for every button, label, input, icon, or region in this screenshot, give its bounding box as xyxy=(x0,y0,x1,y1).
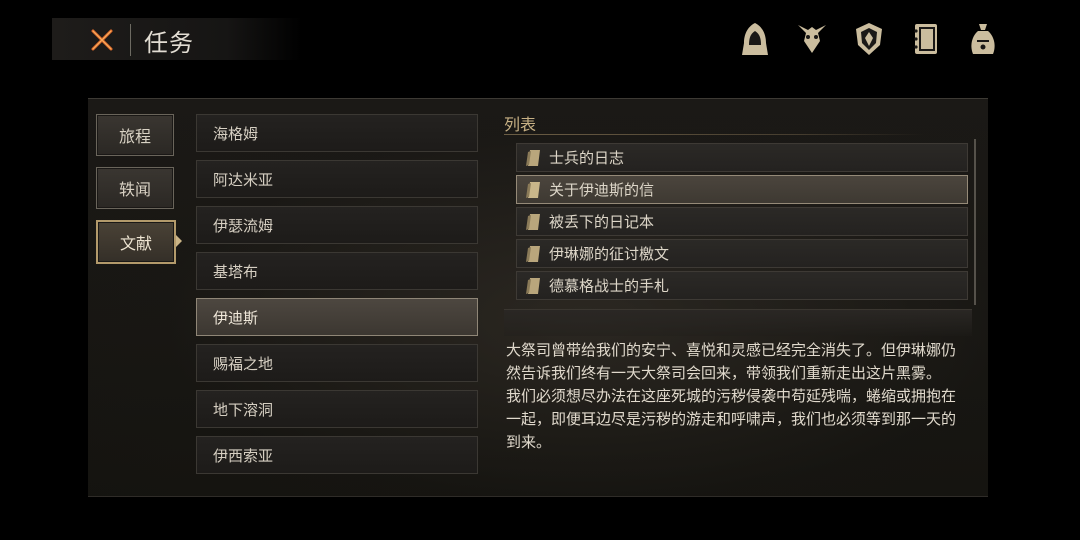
region-item[interactable]: 阿达米亚 xyxy=(196,160,478,198)
document-paragraph: 大祭司曾带给我们的安宁、喜悦和灵感已经完全消失了。但伊琳娜仍然告诉我们终有一天大… xyxy=(506,341,957,382)
region-label: 阿达米亚 xyxy=(213,170,274,189)
document-item[interactable]: 士兵的日志 xyxy=(516,143,968,172)
region-label: 基塔布 xyxy=(213,262,259,281)
close-button[interactable] xyxy=(84,22,120,58)
tab-label: 文献 xyxy=(119,234,152,253)
hooded-figure-icon[interactable] xyxy=(736,20,774,58)
pouch-bag-icon[interactable] xyxy=(964,20,1002,58)
document-list-scrollbar[interactable] xyxy=(974,139,976,305)
document-label: 士兵的日志 xyxy=(549,149,625,167)
region-label: 海格姆 xyxy=(213,124,259,143)
scroll-icon xyxy=(526,246,540,262)
document-label: 伊琳娜的征讨檄文 xyxy=(549,245,670,263)
mask-shield-icon[interactable] xyxy=(850,20,888,58)
region-label: 赐福之地 xyxy=(213,354,274,373)
region-item[interactable]: 海格姆 xyxy=(196,114,478,152)
region-item[interactable]: 地下溶洞 xyxy=(196,390,478,428)
list-title: 列表 xyxy=(504,115,537,134)
scroll-icon xyxy=(526,150,540,166)
document-item[interactable]: 伊琳娜的征讨檄文 xyxy=(516,239,968,268)
top-nav-icons xyxy=(736,20,1002,58)
document-text: 大祭司曾带给我们的安宁、喜悦和灵感已经完全消失了。但伊琳娜仍然告诉我们终有一天大… xyxy=(506,339,970,454)
region-item[interactable]: 基塔布 xyxy=(196,252,478,290)
document-label: 德慕格战士的手札 xyxy=(549,277,670,295)
selected-arrow-icon xyxy=(176,235,182,247)
description-header-bar xyxy=(504,309,972,336)
document-item-selected[interactable]: 关于伊迪斯的信 xyxy=(516,175,968,204)
region-item[interactable]: 伊西索亚 xyxy=(196,436,478,474)
tab-journey[interactable]: 旅程 xyxy=(96,114,174,156)
scroll-icon xyxy=(526,182,540,198)
region-item-selected[interactable]: 伊迪斯 xyxy=(196,298,478,336)
page-title: 任务 xyxy=(144,29,194,57)
region-label: 伊西索亚 xyxy=(213,446,274,465)
tab-anecdotes[interactable]: 轶闻 xyxy=(96,167,174,209)
document-item[interactable]: 被丢下的日记本 xyxy=(516,207,968,236)
beast-head-icon[interactable] xyxy=(793,20,831,58)
scroll-icon xyxy=(526,278,540,294)
region-label: 伊迪斯 xyxy=(213,308,259,327)
tab-documents[interactable]: 文献 xyxy=(96,220,182,264)
close-x-icon xyxy=(91,29,113,51)
list-title-divider xyxy=(504,134,924,135)
header-divider xyxy=(130,24,131,56)
region-label: 地下溶洞 xyxy=(213,400,274,419)
document-paragraph: 我们必须想尽办法在这座死城的污秽侵袭中苟延残喘，蜷缩或拥抱在一起，即便耳边尽是污… xyxy=(506,387,957,451)
document-label: 被丢下的日记本 xyxy=(549,213,655,231)
tab-label: 轶闻 xyxy=(118,180,151,199)
tab-label: 旅程 xyxy=(118,127,151,146)
journal-book-icon[interactable] xyxy=(907,20,945,58)
region-item[interactable]: 赐福之地 xyxy=(196,344,478,382)
region-item[interactable]: 伊瑟流姆 xyxy=(196,206,478,244)
document-label: 关于伊迪斯的信 xyxy=(549,181,655,199)
document-item[interactable]: 德慕格战士的手札 xyxy=(516,271,968,300)
header-bar: 任务 xyxy=(52,18,302,60)
journal-panel: 旅程 轶闻 文献 海格姆 阿达米亚 伊瑟流姆 基塔布 伊迪斯 赐福之地 地下溶洞… xyxy=(88,98,988,497)
scroll-icon xyxy=(526,214,540,230)
region-label: 伊瑟流姆 xyxy=(213,216,274,235)
